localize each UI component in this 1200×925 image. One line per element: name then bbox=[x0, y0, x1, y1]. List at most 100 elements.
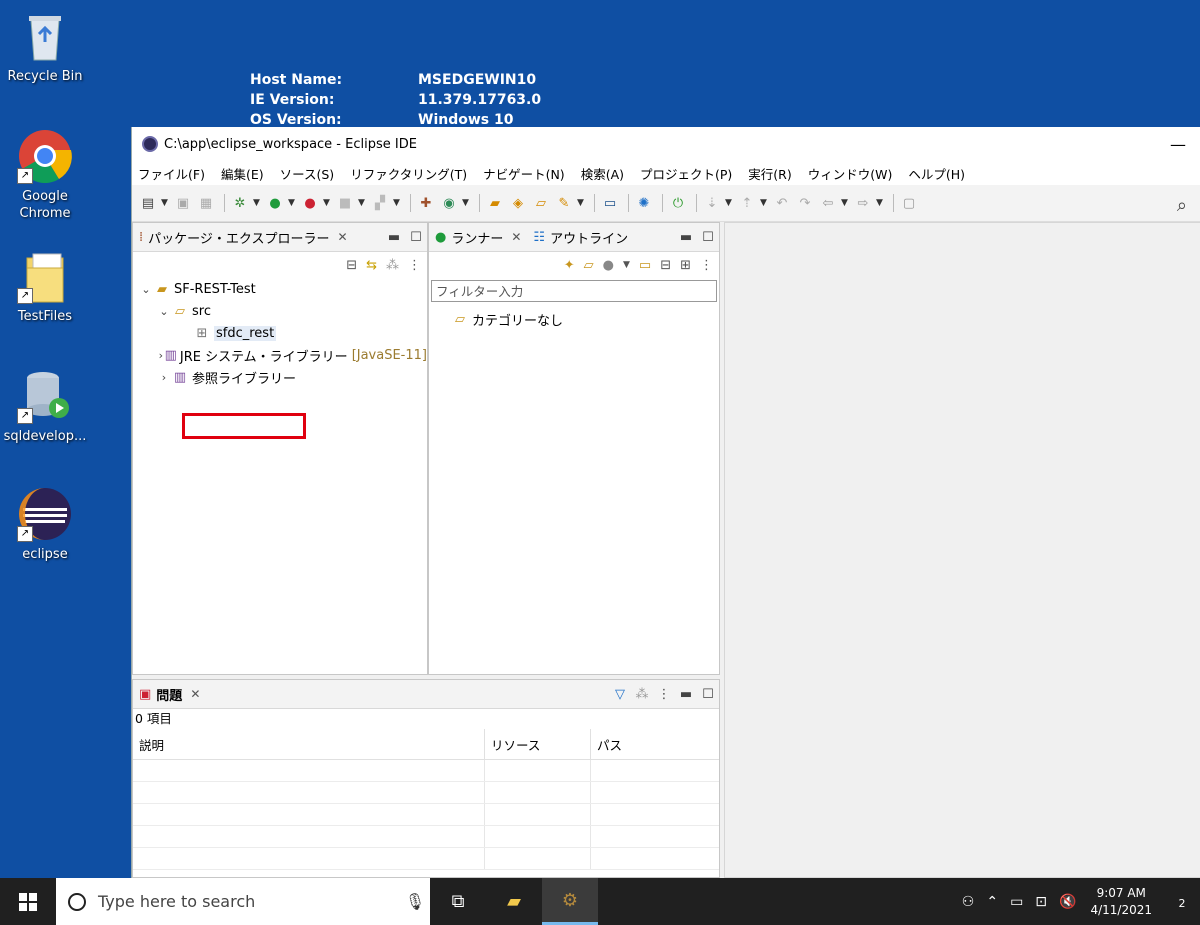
desktop-icon-google-chrome[interactable]: ↗ Google Chrome bbox=[0, 128, 93, 222]
chevron-down-icon[interactable]: ▼ bbox=[760, 198, 770, 208]
filter-icon[interactable]: ▽ bbox=[609, 687, 631, 702]
desktop-icon-eclipse[interactable]: ↗ eclipse bbox=[0, 486, 93, 563]
tree-item-src[interactable]: ⌄ ▱ src bbox=[133, 300, 427, 322]
menu-edit[interactable]: 編集(E) bbox=[221, 164, 264, 183]
back-icon[interactable]: ⇦ bbox=[818, 193, 838, 213]
menu-run[interactable]: 実行(R) bbox=[748, 164, 791, 183]
collapse-all-icon[interactable]: ⊟ bbox=[660, 258, 671, 273]
new-category-icon[interactable]: ✦ bbox=[564, 258, 575, 273]
menu-project[interactable]: プロジェクト(P) bbox=[640, 164, 732, 183]
forward-edit-icon[interactable]: ↷ bbox=[795, 193, 815, 213]
notification-center-icon[interactable]: 2 bbox=[1164, 892, 1200, 911]
open-type-icon[interactable]: ▰ bbox=[485, 193, 505, 213]
chevron-down-icon[interactable]: ▼ bbox=[725, 198, 735, 208]
chevron-down-icon[interactable]: ▼ bbox=[253, 198, 263, 208]
folder-icon[interactable]: ▭ bbox=[639, 258, 651, 273]
search-icon[interactable]: ⌕ bbox=[1177, 195, 1187, 216]
menu-window[interactable]: ウィンドウ(W) bbox=[808, 164, 893, 183]
chevron-down-icon[interactable]: ▼ bbox=[841, 198, 851, 208]
microphone-icon[interactable]: 🎙 bbox=[400, 892, 430, 911]
open-task-icon[interactable]: ◈ bbox=[508, 193, 528, 213]
tab-outline[interactable]: ☷ アウトライン bbox=[533, 228, 628, 247]
new-package-icon[interactable]: ✚ bbox=[416, 193, 436, 213]
maximize-view-icon[interactable]: ☐ bbox=[405, 230, 427, 245]
tab-problems[interactable]: ▣ 問題 ✕ bbox=[139, 685, 200, 704]
menu-navigate[interactable]: ナビゲート(N) bbox=[483, 164, 565, 183]
close-icon[interactable]: ✕ bbox=[511, 230, 521, 244]
new-class-icon[interactable]: ◉ bbox=[439, 193, 459, 213]
chevron-down-icon[interactable]: ▼ bbox=[876, 198, 886, 208]
chevron-up-icon[interactable]: ⌃ bbox=[986, 894, 998, 910]
view-menu-icon[interactable]: ⋮ bbox=[653, 687, 675, 702]
external-tools-icon[interactable]: ▞ bbox=[370, 193, 390, 213]
menu-source[interactable]: ソース(S) bbox=[280, 164, 335, 183]
save-all-icon[interactable]: ▦ bbox=[196, 193, 216, 213]
chevron-down-icon[interactable]: ⌄ bbox=[139, 283, 153, 296]
chevron-down-icon[interactable]: ▼ bbox=[358, 198, 368, 208]
tab-runner[interactable]: ● ランナー ✕ bbox=[435, 228, 521, 247]
chevron-down-icon[interactable]: ▼ bbox=[462, 198, 472, 208]
next-annotation-icon[interactable]: ⇣ bbox=[702, 193, 722, 213]
filter-input[interactable]: フィルター入力 bbox=[431, 280, 717, 302]
minimize-button[interactable]: — bbox=[1155, 135, 1200, 154]
open-folder-icon[interactable]: ▱ bbox=[584, 258, 594, 273]
save-icon[interactable]: ▣ bbox=[173, 193, 193, 213]
last-edit-icon[interactable]: ↶ bbox=[772, 193, 792, 213]
chevron-down-icon[interactable]: ▼ bbox=[161, 198, 171, 208]
volume-muted-icon[interactable]: 🔇 bbox=[1059, 894, 1076, 910]
close-icon[interactable]: ✕ bbox=[338, 230, 348, 244]
run-coverage-icon[interactable]: ● bbox=[300, 193, 320, 213]
start-button[interactable] bbox=[0, 878, 56, 925]
stop-icon[interactable]: ■ bbox=[335, 193, 355, 213]
previous-annotation-icon[interactable]: ⇡ bbox=[737, 193, 757, 213]
eclipse-taskbar-icon[interactable]: ⚙ bbox=[542, 878, 598, 925]
spring-boot-icon[interactable]: ⏻ bbox=[668, 193, 688, 213]
close-icon[interactable]: ✕ bbox=[190, 687, 200, 701]
pin-editor-icon[interactable]: ▢ bbox=[899, 193, 919, 213]
tab-package-explorer[interactable]: ⁞ パッケージ・エクスプローラー ✕ bbox=[139, 228, 348, 247]
menu-help[interactable]: ヘルプ(H) bbox=[908, 164, 965, 183]
terminal-icon[interactable]: ▭ bbox=[600, 193, 620, 213]
expand-all-icon[interactable]: ⊞ bbox=[680, 258, 691, 273]
chevron-down-icon[interactable]: ▼ bbox=[288, 198, 298, 208]
taskbar-search-box[interactable]: Type here to search 🎙 bbox=[56, 878, 430, 925]
open-resource-icon[interactable]: ▱ bbox=[531, 193, 551, 213]
clock[interactable]: 9:07 AM 4/11/2021 bbox=[1090, 885, 1152, 919]
menu-file[interactable]: ファイル(F) bbox=[138, 164, 205, 183]
minimize-view-icon[interactable]: ▬ bbox=[383, 230, 405, 245]
new-icon[interactable]: ▤ bbox=[138, 193, 158, 213]
tree-item-referenced-libraries[interactable]: › ▥ 参照ライブラリー bbox=[133, 366, 427, 388]
filters-icon[interactable]: ⁂ bbox=[386, 258, 399, 273]
network-icon[interactable]: ⊡ bbox=[1035, 894, 1047, 910]
maximize-view-icon[interactable]: ☐ bbox=[697, 687, 719, 702]
chevron-down-icon[interactable]: ▼ bbox=[323, 198, 333, 208]
desktop-icon-testfiles[interactable]: ↗ TestFiles bbox=[0, 248, 93, 325]
view-menu-icon[interactable]: ⋮ bbox=[408, 258, 421, 273]
chevron-down-icon[interactable]: ▼ bbox=[623, 260, 630, 270]
maximize-view-icon[interactable]: ☐ bbox=[697, 230, 719, 245]
column-header-path[interactable]: パス bbox=[591, 729, 719, 759]
chevron-right-icon[interactable]: › bbox=[157, 349, 165, 362]
column-header-description[interactable]: 説明 bbox=[133, 729, 485, 759]
battery-icon[interactable]: ▭ bbox=[1010, 894, 1023, 910]
search-tool-icon[interactable]: ✎ bbox=[554, 193, 574, 213]
minimize-view-icon[interactable]: ▬ bbox=[675, 687, 697, 702]
title-bar[interactable]: C:\app\eclipse_workspace - Eclipse IDE — bbox=[132, 127, 1200, 161]
tree-item-package[interactable]: ⊞ sfdc_rest bbox=[133, 322, 427, 344]
chevron-right-icon[interactable]: › bbox=[157, 371, 171, 384]
menu-refactor[interactable]: リファクタリング(T) bbox=[350, 164, 467, 183]
link-with-editor-icon[interactable]: ⇆ bbox=[366, 258, 377, 273]
settings-gear-icon[interactable]: ✺ bbox=[634, 193, 654, 213]
file-explorer-icon[interactable]: ▰ bbox=[486, 878, 542, 925]
tree-item-jre-library[interactable]: › ▥ JRE システム・ライブラリー [JavaSE-11] bbox=[133, 344, 427, 366]
view-menu-icon[interactable]: ⋮ bbox=[700, 258, 713, 273]
chevron-down-icon[interactable]: ⌄ bbox=[157, 305, 171, 318]
desktop-icon-sqldeveloper[interactable]: ↗ sqldevelop... bbox=[0, 368, 93, 445]
tree-item-project[interactable]: ⌄ ▰ SF-REST-Test bbox=[133, 278, 427, 300]
collapse-all-icon[interactable]: ⊟ bbox=[346, 258, 357, 273]
debug-icon[interactable]: ✲ bbox=[230, 193, 250, 213]
desktop-icon-recycle-bin[interactable]: Recycle Bin bbox=[0, 8, 93, 85]
chevron-down-icon[interactable]: ▼ bbox=[577, 198, 587, 208]
run-icon[interactable]: ● bbox=[603, 258, 614, 273]
people-icon[interactable]: ⚇ bbox=[962, 894, 975, 910]
